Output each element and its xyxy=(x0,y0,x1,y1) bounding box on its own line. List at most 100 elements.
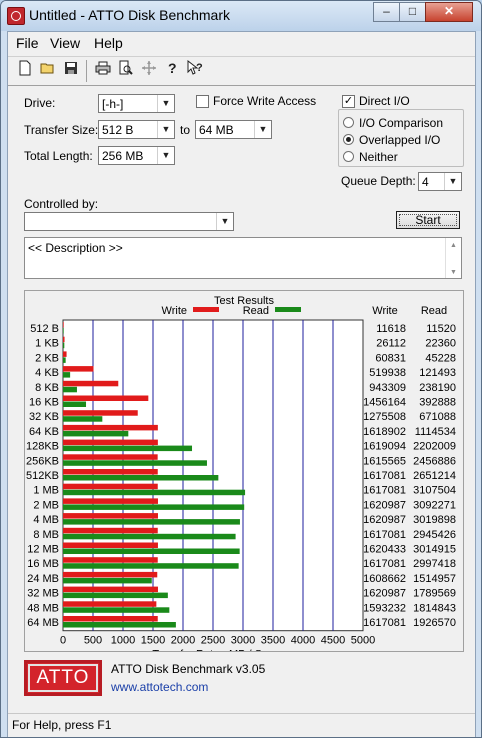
queue-depth-select[interactable]: 4 ▼ xyxy=(418,172,462,191)
move-icon[interactable] xyxy=(138,60,159,81)
menu-help-label: Help xyxy=(94,35,123,51)
transfer-size-from-select[interactable]: 512 B ▼ xyxy=(98,120,175,139)
read-bar xyxy=(63,548,240,554)
svg-text:?: ? xyxy=(196,62,203,74)
open-icon[interactable] xyxy=(37,60,58,81)
write-bar xyxy=(63,395,149,401)
chevron-down-icon: ▼ xyxy=(216,213,233,230)
minimize-button[interactable]: – xyxy=(373,2,400,22)
drive-select[interactable]: [-h-] ▼ xyxy=(98,94,175,113)
queue-depth-value: 4 xyxy=(422,175,429,189)
write-bar xyxy=(63,571,158,578)
write-bar xyxy=(63,527,158,534)
write-value: 1620987 xyxy=(363,499,406,511)
title-bar[interactable]: Untitled - ATTO Disk Benchmark – □ ✕ xyxy=(1,1,481,31)
new-icon[interactable] xyxy=(14,60,35,81)
write-value: 1618902 xyxy=(363,426,406,438)
menu-file[interactable]: File xyxy=(16,35,39,51)
category-label: 64 MB xyxy=(27,617,59,629)
total-length-select[interactable]: 256 MB ▼ xyxy=(98,146,175,165)
category-label: 8 KB xyxy=(35,382,59,394)
save-icon[interactable] xyxy=(60,60,81,81)
category-label: 2 MB xyxy=(33,499,59,511)
menu-help[interactable]: Help xyxy=(94,35,123,51)
write-bar xyxy=(63,380,119,387)
write-value: 1593232 xyxy=(363,602,406,614)
read-bar xyxy=(63,328,64,334)
start-button[interactable]: Start xyxy=(396,211,460,229)
x-tick-label: 1000 xyxy=(111,635,135,647)
force-write-checkbox[interactable] xyxy=(196,95,209,108)
read-value: 238190 xyxy=(419,382,456,394)
category-label: 32 MB xyxy=(27,588,59,600)
print-icon[interactable] xyxy=(92,60,113,81)
write-value: 1615565 xyxy=(363,455,406,467)
help-icon[interactable]: ? xyxy=(161,60,182,81)
legend-read-label: Read xyxy=(243,305,269,317)
legend-write-label: Write xyxy=(162,305,187,317)
write-bar xyxy=(63,322,64,328)
read-bar xyxy=(63,489,246,496)
direct-io-label: Direct I/O xyxy=(359,94,410,108)
controlled-by-select[interactable]: ▼ xyxy=(24,212,234,231)
category-label: 32 KB xyxy=(29,411,59,423)
force-write-label: Force Write Access xyxy=(213,94,317,108)
column-header-write: Write xyxy=(372,305,397,317)
legend-write-swatch xyxy=(193,307,219,312)
overlapped-io-radio[interactable] xyxy=(343,134,354,145)
total-length-label: Total Length: xyxy=(24,149,93,163)
io-comparison-label: I/O Comparison xyxy=(359,116,444,130)
neither-label: Neither xyxy=(359,150,398,164)
chevron-down-icon: ▼ xyxy=(254,121,271,138)
direct-io-checkbox[interactable]: ✓ xyxy=(342,95,355,108)
transfer-size-to-value: 64 MB xyxy=(199,123,234,137)
read-value: 1926570 xyxy=(413,617,456,629)
read-value: 3019898 xyxy=(413,514,456,526)
io-comparison-radio[interactable] xyxy=(343,117,354,128)
description-scrollbar[interactable]: ▲ ▼ xyxy=(445,238,461,278)
description-text: << Description >> xyxy=(28,241,123,255)
read-value: 45228 xyxy=(425,352,456,364)
x-tick-label: 4000 xyxy=(291,635,315,647)
category-label: 512 B xyxy=(30,323,59,335)
context-help-icon[interactable]: ? xyxy=(184,59,205,81)
write-value: 1617081 xyxy=(363,485,406,497)
read-value: 2997418 xyxy=(413,558,456,570)
read-bar xyxy=(63,401,87,407)
read-bar xyxy=(63,445,193,452)
neither-radio[interactable] xyxy=(343,151,354,162)
website-link[interactable]: www.attotech.com xyxy=(111,680,208,694)
read-bar xyxy=(63,475,219,481)
read-value: 2202009 xyxy=(413,441,456,453)
category-label: 16 KB xyxy=(29,397,59,409)
write-bar xyxy=(63,616,158,622)
drive-value: [-h-] xyxy=(102,97,124,111)
scroll-up-icon: ▲ xyxy=(450,242,457,249)
category-label: 8 MB xyxy=(33,529,59,541)
read-bar xyxy=(63,416,103,422)
write-bar xyxy=(63,498,158,504)
print-preview-icon[interactable] xyxy=(115,60,136,81)
transfer-size-to-select[interactable]: 64 MB ▼ xyxy=(195,120,272,139)
maximize-button[interactable]: □ xyxy=(399,2,426,22)
write-bar xyxy=(63,410,138,416)
controlled-by-label: Controlled by: xyxy=(24,197,99,211)
close-button[interactable]: ✕ xyxy=(425,2,473,22)
toolbar: ? ? xyxy=(8,56,475,86)
window-title: Untitled - ATTO Disk Benchmark xyxy=(29,7,230,23)
x-tick-label: 2000 xyxy=(171,635,195,647)
write-bar xyxy=(63,557,158,563)
read-bar xyxy=(63,342,65,349)
read-bar xyxy=(63,607,170,613)
menu-view[interactable]: View xyxy=(50,35,80,51)
chevron-down-icon: ▼ xyxy=(157,147,174,164)
description-field[interactable]: << Description >> ▲ ▼ xyxy=(24,237,462,279)
column-header-read: Read xyxy=(421,305,447,317)
x-tick-label: 4500 xyxy=(321,635,345,647)
write-bar xyxy=(63,454,158,460)
transfer-size-from-value: 512 B xyxy=(102,123,134,137)
read-value: 121493 xyxy=(419,367,456,379)
read-bar xyxy=(63,357,66,363)
write-bar xyxy=(63,601,157,607)
write-bar xyxy=(63,513,158,519)
